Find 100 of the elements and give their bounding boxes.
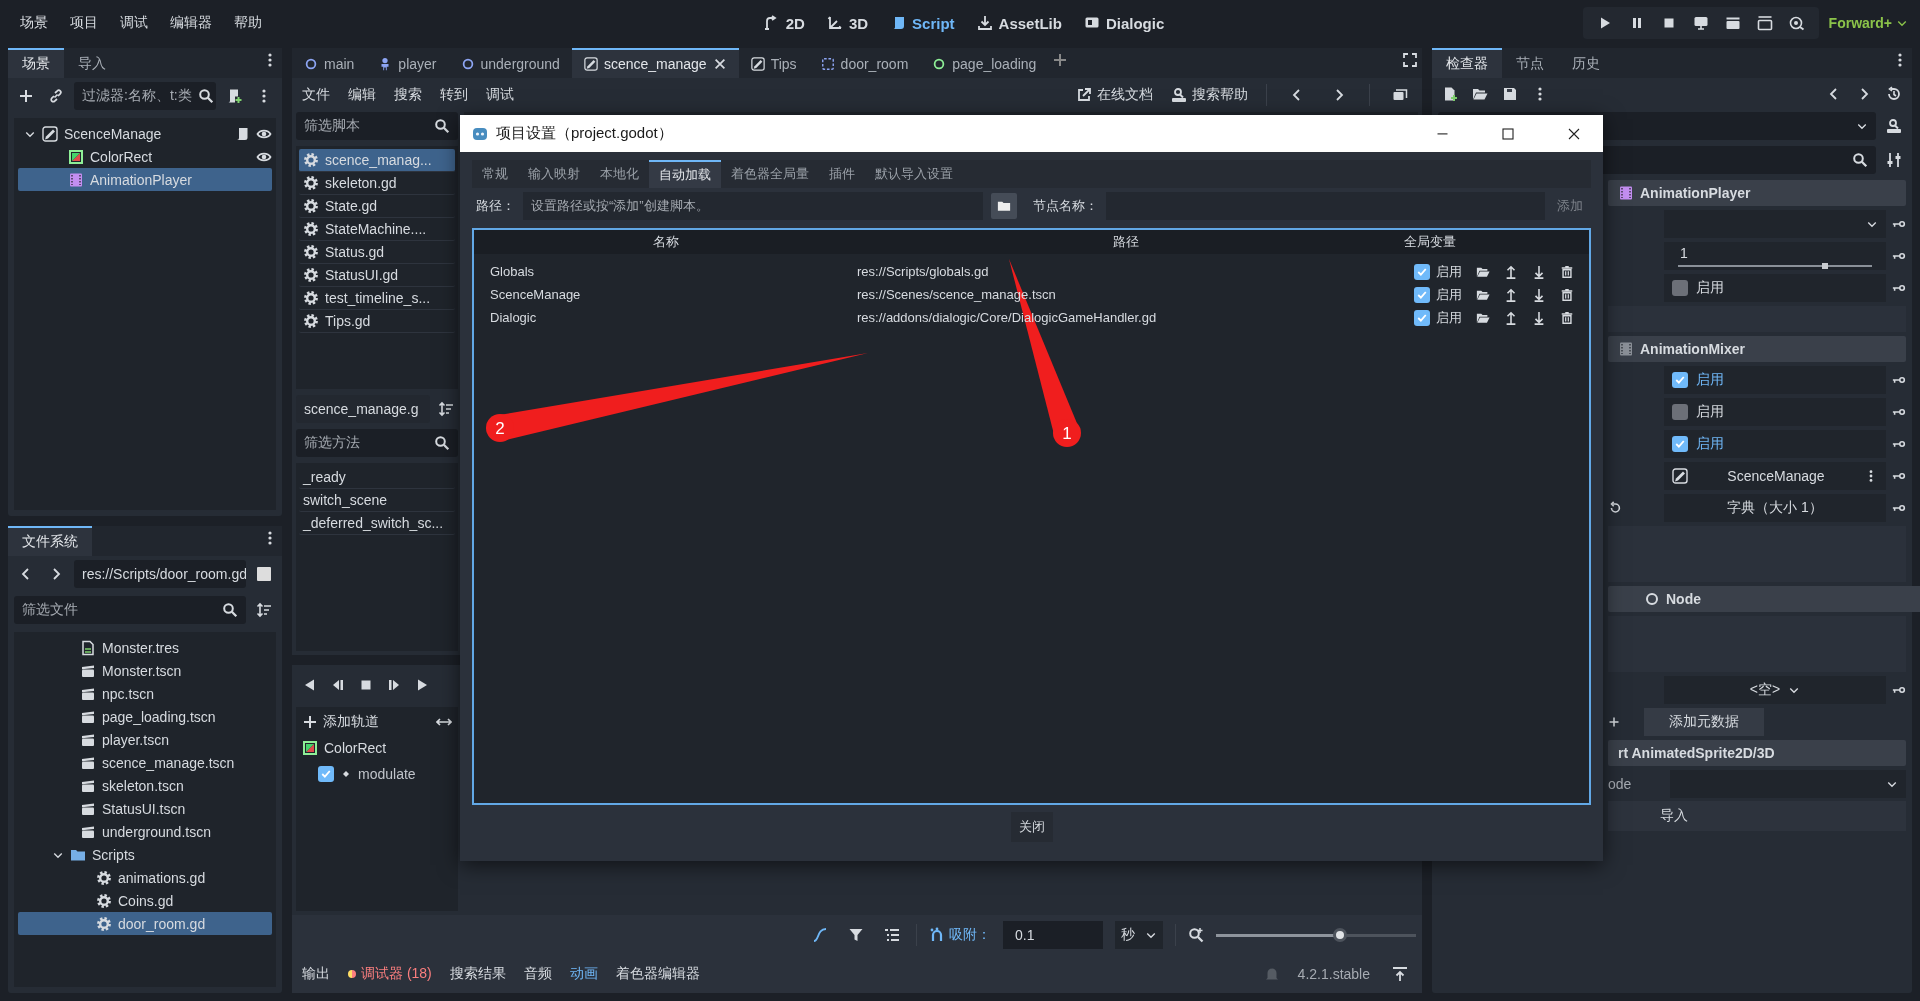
unit-dropdown[interactable]: 秒 (1115, 921, 1163, 949)
checkbox[interactable]: 启用 (1664, 398, 1886, 426)
settings-tab[interactable]: 插件 (819, 160, 865, 188)
file-item[interactable]: StatusUI.tscn (18, 797, 272, 820)
panel-tab[interactable]: 搜索结果 (449, 965, 506, 983)
revert-icon[interactable] (1608, 501, 1622, 515)
add-track-button[interactable]: 添加轨道 (302, 713, 379, 731)
file-item[interactable]: player.tscn (18, 728, 272, 751)
settings-tab[interactable]: 输入映射 (518, 160, 590, 188)
menu-item[interactable]: 调试 (120, 14, 148, 32)
slider-handle[interactable] (1822, 263, 1829, 269)
menu-item[interactable]: 搜索 (394, 86, 422, 104)
menu-item[interactable]: 文件 (302, 86, 330, 104)
workspace-tab[interactable]: AssetLib (976, 14, 1062, 32)
import-button[interactable]: 导入 (1608, 801, 1906, 831)
renderer-dropdown[interactable]: Forward+ (1828, 15, 1908, 31)
panel-tab[interactable]: 调试器 (18) (348, 965, 432, 983)
browse-button[interactable] (991, 193, 1017, 219)
checkbox[interactable] (318, 766, 334, 782)
section-header[interactable]: rt AnimatedSprite2D/3D (1608, 740, 1906, 766)
filter-field[interactable]: 筛选文件 (14, 596, 246, 624)
dock-tab[interactable]: 检查器 (1432, 48, 1502, 78)
checkbox[interactable]: 启用 (1664, 366, 1886, 394)
scene-tree-item[interactable]: ColorRect (18, 145, 272, 168)
section-header[interactable]: AnimationPlayer (1608, 180, 1906, 206)
editor-tab[interactable]: scence_manage (571, 48, 739, 78)
help-link[interactable]: 搜索帮助 (1171, 86, 1248, 104)
path-field[interactable]: res://Scripts/door_room.gd (74, 560, 246, 588)
file-item[interactable]: page_loading.tscn (18, 705, 272, 728)
dictionary-field[interactable]: 字典（大小 1） (1664, 494, 1886, 522)
method-list-item[interactable]: switch_scene (299, 489, 455, 512)
panel-tab[interactable]: 着色器编辑器 (615, 965, 700, 983)
editor-tab[interactable]: Tips (738, 48, 809, 78)
workspace-tab[interactable]: Dialogic (1083, 14, 1165, 32)
editor-tab[interactable]: player (366, 48, 449, 78)
script-list-item[interactable]: test_timeline_s... (299, 287, 455, 310)
workspace-tab[interactable]: 3D (826, 14, 869, 32)
file-item[interactable]: Monster.tscn (18, 659, 272, 682)
settings-tab[interactable]: 常规 (472, 160, 518, 188)
menu-item[interactable]: 编辑 (348, 86, 376, 104)
slider-handle[interactable] (1333, 928, 1347, 942)
file-item[interactable]: scence_manage.tscn (18, 751, 272, 774)
file-item[interactable]: door_room.gd (18, 912, 272, 935)
close-icon[interactable] (712, 57, 727, 71)
script-list-item[interactable]: Tips.gd (299, 310, 455, 333)
dock-tab[interactable]: 节点 (1502, 48, 1558, 78)
zoom-slider[interactable] (1216, 928, 1416, 942)
settings-tab[interactable]: 本地化 (590, 160, 649, 188)
checkbox[interactable] (1414, 286, 1430, 303)
menu-item[interactable]: 调试 (486, 86, 514, 104)
filter-field[interactable]: 筛选脚本 (296, 112, 458, 140)
editor-tab[interactable]: main (292, 48, 367, 78)
menu-item[interactable]: 帮助 (234, 14, 262, 32)
close-dialog-button[interactable]: 关闭 (1010, 812, 1053, 842)
section-header[interactable]: AnimationMixer (1608, 336, 1906, 362)
checkbox[interactable]: 启用 (1664, 274, 1886, 302)
checkbox[interactable] (1414, 309, 1430, 326)
script-list-item[interactable]: Status.gd (299, 241, 455, 264)
scene-tree-item[interactable]: AnimationPlayer (18, 168, 272, 191)
dock-tab[interactable]: 场景 (8, 48, 64, 78)
file-item[interactable]: npc.tscn (18, 682, 272, 705)
dock-tab[interactable]: 历史 (1558, 48, 1614, 78)
menu-item[interactable]: 编辑器 (170, 14, 212, 32)
method-list-item[interactable]: _ready (299, 466, 455, 489)
workspace-tab[interactable]: 2D (763, 14, 805, 32)
settings-tab[interactable]: 着色器全局量 (721, 160, 819, 188)
add-metadata-button[interactable]: 添加元数据 (1644, 708, 1764, 736)
section-header[interactable]: Node (1608, 586, 1920, 612)
method-list-item[interactable]: _deferred_switch_sc... (299, 512, 455, 535)
filter-field[interactable]: 筛选方法 (296, 429, 458, 457)
snap-value-field[interactable]: 0.1 (1003, 921, 1103, 949)
editor-tab[interactable]: door_room (808, 48, 921, 78)
script-list-item[interactable]: State.gd (299, 195, 455, 218)
editor-tab[interactable]: page_loading (920, 48, 1049, 78)
menu-item[interactable]: 场景 (20, 14, 48, 32)
menu-item[interactable]: 转到 (440, 86, 468, 104)
dropdown[interactable]: <空> (1664, 676, 1886, 704)
settings-tab[interactable]: 自动加载 (649, 160, 721, 188)
track-item[interactable]: ColorRect (302, 737, 452, 759)
file-item[interactable]: animations.gd (18, 866, 272, 889)
checkbox[interactable]: 启用 (1664, 430, 1886, 458)
file-item[interactable]: Scripts (18, 843, 272, 866)
settings-tab[interactable]: 默认导入设置 (865, 160, 963, 188)
script-list-item[interactable]: skeleton.gd (299, 172, 455, 195)
file-item[interactable]: Coins.gd (18, 889, 272, 912)
filter-field[interactable]: 过滤器:名称、t:类 (74, 82, 216, 110)
file-item[interactable]: underground.tscn (18, 820, 272, 843)
script-list-item[interactable]: StatusUI.gd (299, 264, 455, 287)
script-list-item[interactable]: scence_manag... (299, 149, 455, 172)
dock-tab[interactable]: 文件系统 (8, 526, 92, 556)
panel-tab[interactable]: 输出 (302, 965, 330, 983)
resource-picker[interactable]: ScenceManage (1664, 462, 1886, 490)
dock-tab[interactable]: 导入 (64, 48, 120, 78)
scene-tree-item[interactable]: ScenceManage (18, 122, 272, 145)
menu-item[interactable]: 项目 (70, 14, 98, 32)
snap-toggle[interactable]: 吸附： (929, 926, 991, 944)
slider-field[interactable]: 1 (1664, 242, 1886, 270)
path-field[interactable]: 设置路径或按“添加”创建脚本。 (523, 192, 983, 220)
file-item[interactable]: skeleton.tscn (18, 774, 272, 797)
script-list-item[interactable]: StateMachine.... (299, 218, 455, 241)
